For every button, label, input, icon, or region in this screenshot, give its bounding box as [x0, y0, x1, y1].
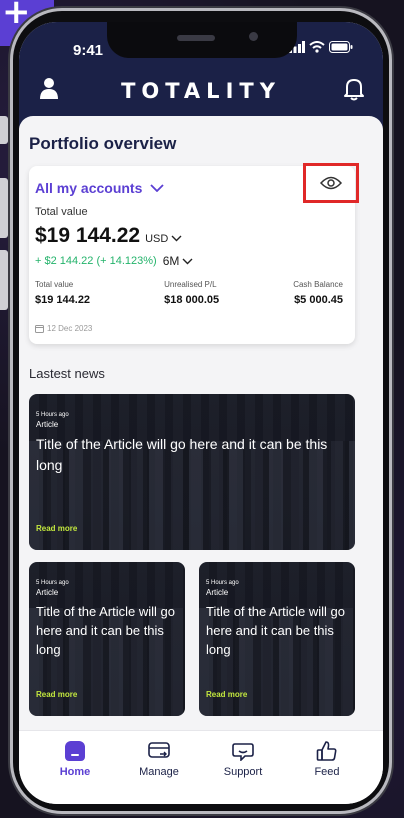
- news-card[interactable]: 5 Hours ago Article Title of the Article…: [29, 562, 185, 716]
- side-button: [0, 116, 8, 144]
- news-title: Title of the Article will go here and it…: [206, 604, 345, 657]
- news-time: 5 Hours ago: [206, 580, 239, 586]
- change-value: + $2 144.22 (+ 14.123%): [35, 255, 157, 267]
- nav-label: Support: [223, 766, 263, 778]
- date-row: 12 Dec 2023: [35, 324, 92, 333]
- wifi-icon: [309, 41, 325, 56]
- device-notch: [107, 22, 297, 58]
- account-selector[interactable]: All my accounts: [35, 180, 165, 196]
- status-time: 9:41: [73, 42, 104, 59]
- read-more-link[interactable]: Read more: [36, 524, 77, 533]
- change-row: + $2 144.22 (+ 14.123%) 6M: [35, 254, 193, 268]
- metric-label: Total value: [35, 280, 74, 289]
- currency-label: USD: [145, 233, 169, 245]
- bottom-nav: Home Manage Support Feed: [19, 730, 383, 804]
- manage-icon: [148, 742, 170, 758]
- nav-label: Home: [59, 766, 91, 778]
- read-more-link[interactable]: Read more: [206, 690, 247, 699]
- nav-item-feed[interactable]: Feed: [296, 741, 358, 804]
- period-label: 6M: [162, 254, 180, 268]
- metric-value: $18 000.05: [164, 294, 220, 306]
- nav-item-home[interactable]: Home: [44, 741, 106, 804]
- news-card[interactable]: 5 Hours ago Article Title of the Article…: [29, 394, 355, 550]
- side-button: [0, 178, 8, 238]
- nav-item-manage[interactable]: Manage: [128, 741, 190, 804]
- nav-label: Manage: [139, 766, 179, 778]
- news-title: Title of the Article will go here and it…: [36, 436, 328, 473]
- status-icons: [289, 41, 353, 56]
- metric-cash-balance: Cash Balance $5 000.45: [293, 280, 343, 306]
- period-selector[interactable]: 6M: [163, 254, 194, 268]
- currency-selector[interactable]: USD: [145, 233, 182, 245]
- chevron-down-icon: [182, 258, 193, 264]
- read-more-link[interactable]: Read more: [36, 690, 77, 699]
- news-time: 5 Hours ago: [36, 580, 69, 586]
- nav-item-support[interactable]: Support: [212, 741, 274, 804]
- news-category: Article: [36, 588, 59, 597]
- news-time: 5 Hours ago: [36, 412, 69, 418]
- calendar-icon: [35, 325, 44, 333]
- app-screen: 9:41 TOTALITY Portfolio overview All my …: [19, 22, 383, 804]
- metric-label: Cash Balance: [293, 280, 343, 289]
- news-card[interactable]: 5 Hours ago Article Title of the Article…: [199, 562, 355, 716]
- metric-value: $19 144.22: [35, 294, 91, 306]
- portfolio-date: 12 Dec 2023: [47, 324, 93, 333]
- notifications-button[interactable]: [343, 77, 365, 106]
- eye-icon: [320, 176, 342, 190]
- total-value: $19 144.22 USD: [35, 224, 182, 248]
- support-icon: [232, 743, 254, 761]
- bell-icon: [344, 79, 364, 101]
- metric-label: Unrealised P/L: [164, 280, 217, 289]
- page-title: Portfolio overview: [29, 134, 177, 153]
- account-selector-label: All my accounts: [35, 180, 143, 196]
- metric-unrealised-pl: Unrealised P/L $18 000.05: [164, 280, 219, 306]
- chevron-down-icon: [171, 235, 182, 242]
- news-section-title: Lastest news: [29, 366, 105, 381]
- main-content: Portfolio overview All my accounts Total…: [19, 116, 383, 730]
- thumbs-up-icon: [316, 741, 337, 761]
- news-title: Title of the Article will go here and it…: [36, 604, 175, 657]
- total-value-label: Total value: [35, 206, 88, 218]
- battery-icon: [329, 41, 353, 56]
- portfolio-card: All my accounts Total value $19 144.22 U…: [29, 163, 359, 344]
- nav-label: Feed: [314, 766, 340, 778]
- home-icon: [65, 741, 85, 761]
- metric-total-value: Total value $19 144.22: [35, 280, 90, 306]
- metric-value: $5 000.45: [294, 294, 343, 306]
- side-button: [0, 250, 8, 310]
- total-value-amount: $19 144.22: [35, 224, 141, 247]
- chevron-down-icon: [150, 184, 165, 192]
- toggle-visibility-button[interactable]: [303, 163, 359, 203]
- news-category: Article: [206, 588, 229, 597]
- app-brand: TOTALITY: [121, 79, 281, 103]
- news-category: Article: [36, 420, 59, 429]
- metrics-row: Total value $19 144.22 Unrealised P/L $1…: [35, 280, 343, 306]
